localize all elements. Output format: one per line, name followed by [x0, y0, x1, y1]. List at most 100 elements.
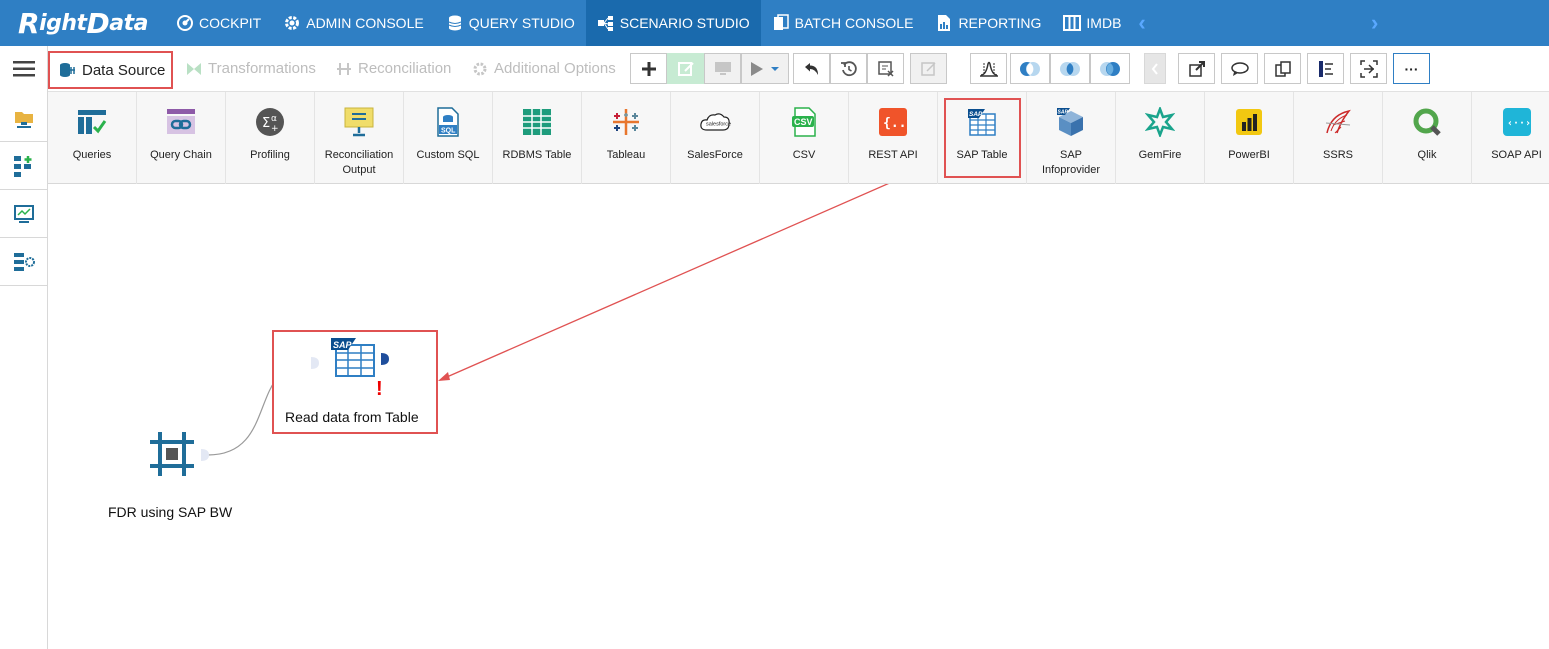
data-source-palette: Queries Query Chain Σα + Profiling Reconc… [48, 92, 1549, 184]
nav-reporting[interactable]: REPORTING [924, 0, 1052, 46]
profiling-icon: Σα + [254, 106, 286, 138]
comment-button[interactable] [1221, 53, 1258, 84]
tab-reconciliation[interactable]: Reconciliation [336, 60, 451, 77]
sap-table-icon: SAP [331, 338, 375, 377]
collapse-button[interactable] [1144, 53, 1166, 84]
history-button[interactable] [830, 53, 867, 84]
nav-scenario-studio[interactable]: SCENARIO STUDIO [585, 0, 761, 46]
left-join-button[interactable] [1010, 53, 1050, 84]
svg-text:SAP: SAP [969, 111, 983, 118]
inner-join-button[interactable] [1050, 53, 1090, 84]
ds-profiling[interactable]: Σα + Profiling [226, 92, 315, 184]
ds-query-chain[interactable]: Query Chain [137, 92, 226, 184]
tab-data-source[interactable]: Data Source [48, 51, 173, 89]
rightdata-logo[interactable]: Right Data [0, 0, 165, 46]
ds-rest-api[interactable]: {..} REST API [849, 92, 938, 184]
sql-file-icon: SQL [432, 106, 464, 138]
add-scenario-button[interactable] [0, 142, 48, 190]
nav-cockpit[interactable]: COCKPIT [165, 0, 272, 46]
ds-reconciliation-output[interactable]: Reconciliation Output [315, 92, 404, 184]
svg-text:SQL: SQL [441, 128, 456, 135]
ds-sap-table[interactable]: SAP SAP Table [938, 92, 1027, 184]
edit-icon [677, 61, 694, 76]
target-output-port[interactable] [380, 352, 390, 366]
align-button[interactable] [1307, 53, 1344, 84]
svg-text:SAP: SAP [1058, 110, 1069, 116]
ds-salesforce[interactable]: salesforce SalesForce [671, 92, 760, 184]
monitor-icon [714, 61, 731, 75]
right-join-button[interactable] [1090, 53, 1130, 84]
bell-curve-button[interactable] [970, 53, 1007, 84]
ssrs-icon [1322, 106, 1354, 138]
fit-to-screen-button[interactable] [1350, 53, 1387, 84]
svg-text:+: + [271, 124, 279, 134]
tab-additional-options[interactable]: Additional Options [472, 60, 616, 77]
ds-csv[interactable]: CSV CSV [760, 92, 849, 184]
transform-icon [187, 62, 201, 75]
warning-indicator: ! [376, 378, 383, 400]
ds-powerbi[interactable]: PowerBI [1205, 92, 1294, 184]
add-button[interactable] [630, 53, 667, 84]
clear-icon [877, 60, 894, 77]
svg-text:{..}: {..} [883, 116, 908, 131]
batch-icon [773, 14, 789, 30]
run-dropdown-button[interactable] [741, 53, 789, 84]
undo-button[interactable] [793, 53, 830, 84]
scenario-settings-button[interactable] [0, 238, 48, 286]
export-button[interactable] [1178, 53, 1215, 84]
nav-admin-console[interactable]: ADMIN CONSOLE [272, 0, 434, 46]
reconcile-icon [337, 62, 351, 75]
nav-query-studio[interactable]: QUERY STUDIO [435, 0, 586, 46]
source-node[interactable] [148, 430, 198, 480]
nav-scroll-right-button[interactable]: › [1365, 10, 1384, 36]
notes-button[interactable] [910, 53, 947, 84]
copy-button[interactable] [1264, 53, 1301, 84]
ds-gemfire[interactable]: GemFire [1116, 92, 1205, 184]
scenario-monitor-button[interactable] [0, 190, 48, 238]
edit-node-button[interactable] [667, 53, 704, 84]
reconciliation-output-icon [343, 106, 375, 138]
nav-scroll-left-button[interactable]: ‹ [1132, 10, 1151, 36]
soap-api-icon: ‹··› [1501, 106, 1533, 138]
preview-button[interactable] [704, 53, 741, 84]
tab-transformations[interactable]: Transformations [186, 60, 316, 77]
align-icon [1318, 60, 1333, 77]
source-output-port[interactable] [200, 448, 210, 462]
monitor-icon [14, 204, 34, 223]
queries-icon [76, 106, 108, 138]
ds-ssrs[interactable]: SSRS [1294, 92, 1383, 184]
source-node-label: FDR using SAP BW [108, 504, 233, 520]
imdb-icon [1063, 15, 1082, 31]
scenario-canvas[interactable]: FDR using SAP BW SAP ! Read data from Ta… [48, 184, 1549, 649]
ds-qlik[interactable]: Qlik [1383, 92, 1472, 184]
target-node[interactable]: SAP [330, 337, 376, 377]
left-join-icon [1020, 61, 1040, 76]
rest-api-icon: {..} [877, 106, 909, 138]
ds-rdbms-table[interactable]: RDBMS Table [493, 92, 582, 184]
ds-tableau[interactable]: Tableau [582, 92, 671, 184]
clear-output-button[interactable] [867, 53, 904, 84]
more-options-button[interactable]: ··· [1393, 53, 1430, 84]
nav-imdb[interactable]: IMDB [1052, 0, 1132, 46]
bell-curve-icon [979, 61, 998, 77]
folder-icon [15, 111, 33, 128]
salesforce-cloud-icon: salesforce [699, 106, 731, 138]
gemfire-icon [1144, 106, 1176, 138]
svg-text:Σ: Σ [262, 116, 270, 131]
export-icon [1188, 60, 1205, 77]
target-input-port[interactable] [310, 356, 320, 370]
open-scenario-button[interactable] [0, 94, 48, 142]
ds-soap-api[interactable]: ‹··› SOAP API [1472, 92, 1549, 184]
right-join-icon [1100, 61, 1120, 76]
ds-custom-sql[interactable]: SQL Custom SQL [404, 92, 493, 184]
query-chain-icon [165, 106, 197, 138]
chevron-left-icon [1151, 62, 1158, 75]
ds-queries[interactable]: Queries [48, 92, 137, 184]
scenario-toolbar: Data Source Transformations Reconciliati… [48, 46, 1549, 92]
nav-batch-console[interactable]: BATCH CONSOLE [761, 0, 925, 46]
menu-icon [13, 61, 35, 77]
ds-sap-infoprovider[interactable]: SAP SAP Infoprovider [1027, 92, 1116, 184]
note-icon [920, 61, 936, 76]
tableau-icon [610, 106, 642, 138]
hamburger-menu-button[interactable] [0, 46, 48, 92]
